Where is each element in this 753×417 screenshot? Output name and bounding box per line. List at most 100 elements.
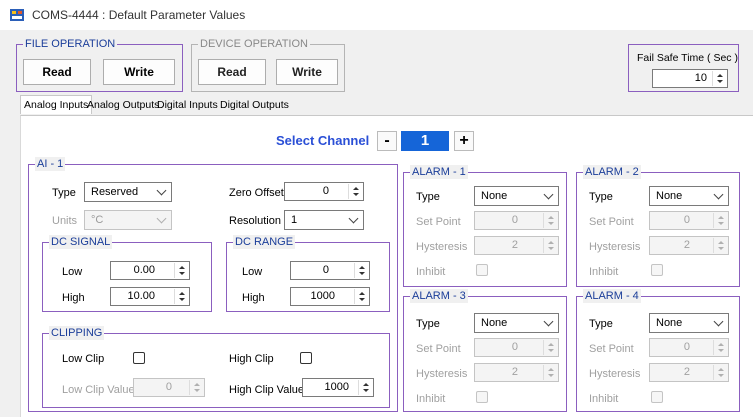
file-operation-label: FILE OPERATION	[23, 37, 118, 51]
chevron-down-icon	[543, 316, 554, 327]
zero-offset-label: Zero Offset	[229, 187, 284, 199]
resolution-select[interactable]: 1	[284, 210, 364, 230]
spinner-arrows-icon[interactable]	[174, 263, 188, 278]
fail-safe-label: Fail Safe Time ( Sec )	[637, 52, 738, 64]
spinner-arrows-icon[interactable]	[358, 380, 372, 395]
alarm-1-inhibit-label: Inhibit	[416, 266, 446, 278]
dc-range-low-spinner[interactable]: 0	[290, 261, 370, 280]
spinner-arrows-icon[interactable]	[543, 213, 557, 228]
high-clip-value-label: High Clip Value	[229, 384, 305, 396]
alarm-3-hysteresis-value: 2	[511, 366, 518, 378]
alarm-3-set-point-spinner[interactable]: 0	[474, 338, 559, 357]
ai-label: AI - 1	[35, 157, 66, 171]
spinner-arrows-icon[interactable]	[189, 380, 203, 395]
alarm-2-hysteresis-spinner[interactable]: 2	[649, 236, 729, 255]
resolution-value: 1	[291, 214, 298, 226]
units-label: Units	[52, 215, 78, 227]
spinner-arrows-icon[interactable]	[713, 365, 727, 380]
alarm-3-inhibit-label: Inhibit	[416, 393, 446, 405]
window-title: COMS-4444 : Default Parameter Values	[32, 8, 246, 22]
dc-signal-low-value: 0.00	[133, 264, 155, 276]
alarm-4-inhibit-checkbox[interactable]	[651, 391, 663, 403]
high-clip-value-spinner[interactable]: 1000	[302, 378, 374, 397]
alarm-4-hysteresis-value: 2	[683, 366, 690, 378]
spinner-arrows-icon[interactable]	[713, 340, 727, 355]
spinner-arrows-icon[interactable]	[348, 184, 362, 199]
type-select[interactable]: Reserved	[84, 182, 172, 202]
clipping-label: CLIPPING	[49, 326, 105, 340]
type-value: Reserved	[91, 186, 139, 198]
dc-signal-low-spinner[interactable]: 0.00	[110, 261, 190, 280]
dc-range-label: DC RANGE	[233, 235, 296, 249]
zero-offset-spinner[interactable]: 0	[284, 182, 364, 201]
alarm-1-hysteresis-spinner[interactable]: 2	[474, 236, 559, 255]
low-clip-checkbox[interactable]	[133, 352, 145, 364]
dc-signal-low-label: Low	[62, 266, 83, 278]
tab-digital-inputs[interactable]: Digital Inputs	[154, 97, 221, 113]
dc-signal-high-spinner[interactable]: 10.00	[110, 287, 190, 306]
alarm-1-type-value: None	[481, 190, 508, 202]
spinner-arrows-icon[interactable]	[543, 340, 557, 355]
high-clip-checkbox[interactable]	[300, 352, 312, 364]
alarm-1-set-point-spinner[interactable]: 0	[474, 211, 559, 230]
spinner-arrows-icon[interactable]	[354, 263, 368, 278]
alarm-4-type-select[interactable]: None	[649, 313, 729, 333]
select-channel-label: Select Channel	[276, 133, 370, 148]
spinner-arrows-icon[interactable]	[712, 71, 726, 86]
channel-minus-button[interactable]: -	[377, 131, 397, 151]
dc-range-high-label: High	[242, 292, 265, 304]
tab-analog-inputs[interactable]: Analog Inputs	[20, 95, 93, 114]
device-read-button[interactable]: Read	[198, 59, 266, 85]
app-icon	[10, 9, 24, 21]
alarm-4-set-point-value: 0	[683, 341, 690, 353]
alarm-2-inhibit-label: Inhibit	[589, 266, 619, 278]
spinner-arrows-icon[interactable]	[713, 238, 727, 253]
alarm-3-type-label: Type	[416, 318, 440, 330]
alarm-3-hysteresis-label: Hysteresis	[416, 368, 468, 380]
fail-safe-spinner[interactable]: 10	[652, 69, 728, 88]
alarm-2-type-select[interactable]: None	[649, 186, 729, 206]
spinner-arrows-icon[interactable]	[543, 238, 557, 253]
alarm-4-group: ALARM - 4 Type None Set Point 0 Hysteres…	[576, 289, 740, 412]
alarm-4-set-point-label: Set Point	[589, 343, 634, 355]
alarm-4-type-value: None	[656, 317, 683, 329]
file-read-button[interactable]: Read	[23, 59, 91, 85]
alarm-1-label: ALARM - 1	[410, 165, 468, 179]
alarm-3-hysteresis-spinner[interactable]: 2	[474, 363, 559, 382]
chevron-down-icon	[713, 189, 724, 200]
dc-range-high-spinner[interactable]: 1000	[290, 287, 370, 306]
alarm-3-inhibit-checkbox[interactable]	[476, 391, 488, 403]
alarm-4-set-point-spinner[interactable]: 0	[649, 338, 729, 357]
alarm-1-hysteresis-label: Hysteresis	[416, 241, 468, 253]
high-clip-value: 1000	[324, 381, 349, 393]
alarm-1-type-label: Type	[416, 191, 440, 203]
spinner-arrows-icon[interactable]	[543, 365, 557, 380]
alarm-2-hysteresis-value: 2	[683, 239, 690, 251]
units-select[interactable]: °C	[84, 210, 172, 230]
alarm-1-inhibit-checkbox[interactable]	[476, 264, 488, 276]
spinner-arrows-icon[interactable]	[174, 289, 188, 304]
device-write-button[interactable]: Write	[276, 59, 338, 85]
alarm-4-hysteresis-label: Hysteresis	[589, 368, 641, 380]
spinner-arrows-icon[interactable]	[354, 289, 368, 304]
spinner-arrows-icon[interactable]	[713, 213, 727, 228]
tab-digital-outputs[interactable]: Digital Outputs	[217, 97, 292, 113]
alarm-3-type-select[interactable]: None	[474, 313, 559, 333]
alarm-1-group: ALARM - 1 Type None Set Point 0 Hysteres…	[403, 165, 567, 287]
alarm-4-type-label: Type	[589, 318, 613, 330]
low-clip-value-label: Low Clip Value	[62, 384, 135, 396]
channel-plus-button[interactable]: +	[454, 131, 474, 151]
alarm-2-set-point-spinner[interactable]: 0	[649, 211, 729, 230]
low-clip-value-spinner[interactable]: 0	[133, 378, 205, 397]
alarm-2-inhibit-checkbox[interactable]	[651, 264, 663, 276]
tab-analog-outputs[interactable]: Analog Outputs	[84, 97, 162, 113]
alarm-3-type-value: None	[481, 317, 508, 329]
file-write-button[interactable]: Write	[103, 59, 175, 85]
alarm-2-label: ALARM - 2	[583, 165, 641, 179]
alarm-2-type-value: None	[656, 190, 683, 202]
chevron-down-icon	[156, 213, 167, 224]
alarm-3-group: ALARM - 3 Type None Set Point 0 Hysteres…	[403, 289, 567, 412]
alarm-1-type-select[interactable]: None	[474, 186, 559, 206]
alarm-1-set-point-value: 0	[511, 214, 518, 226]
alarm-4-hysteresis-spinner[interactable]: 2	[649, 363, 729, 382]
